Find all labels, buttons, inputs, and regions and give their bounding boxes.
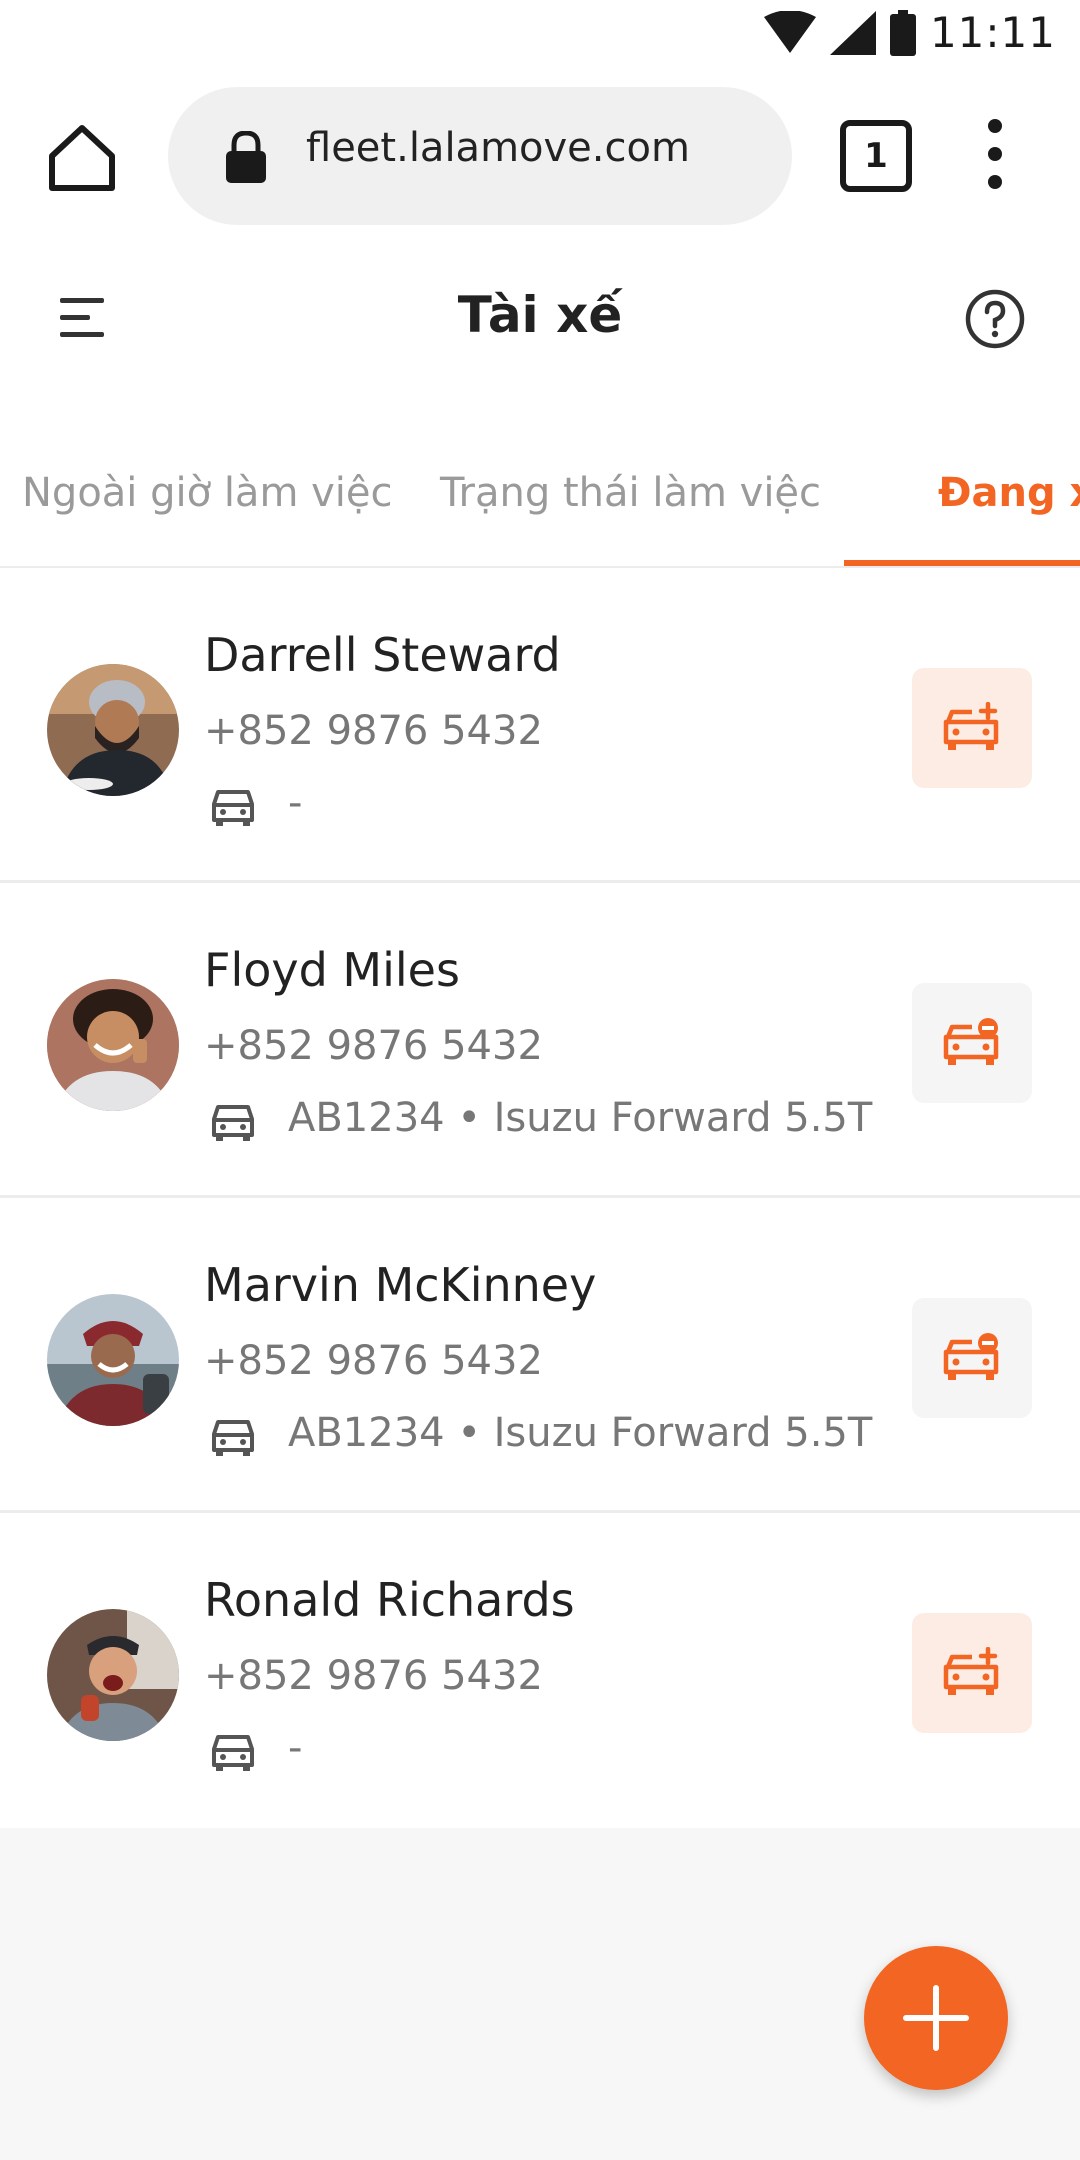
avatar bbox=[47, 1609, 179, 1741]
driver-row[interactable]: Floyd Miles +852 9876 5432 AB1234 • Isuz… bbox=[0, 883, 1080, 1198]
driver-row[interactable]: Darrell Steward +852 9876 5432 - bbox=[0, 568, 1080, 883]
tab-switcher-button[interactable]: 1 bbox=[840, 120, 912, 192]
vehicle-info: AB1234 • Isuzu Forward 5.5T bbox=[288, 1410, 873, 1456]
active-tab-indicator bbox=[844, 560, 1080, 566]
page-title: Tài xế bbox=[457, 286, 623, 344]
tab-count: 1 bbox=[864, 136, 888, 176]
avatar bbox=[47, 1294, 179, 1426]
driver-row[interactable]: Ronald Richards +852 9876 5432 - bbox=[0, 1513, 1080, 1828]
wifi-icon bbox=[763, 10, 816, 53]
driver-name: Ronald Richards bbox=[204, 1573, 575, 1627]
car-add-icon bbox=[943, 702, 999, 750]
car-icon bbox=[212, 790, 254, 826]
driver-name: Marvin McKinney bbox=[204, 1258, 597, 1312]
signal-icon bbox=[829, 10, 876, 55]
driver-phone: +852 9876 5432 bbox=[204, 708, 543, 754]
car-icon bbox=[212, 1735, 254, 1771]
status-time: 11:11 bbox=[929, 8, 1056, 57]
browser-menu-button[interactable] bbox=[980, 114, 1010, 194]
car-remove-icon bbox=[943, 1018, 999, 1065]
tab-off-duty[interactable]: Ngoài giờ làm việc bbox=[22, 470, 393, 516]
tab-bar: Ngoài giờ làm việc Trạng thái làm việc Đ… bbox=[0, 400, 1080, 569]
add-driver-button[interactable] bbox=[864, 1946, 1008, 2090]
vehicle-info: - bbox=[288, 1725, 303, 1771]
driver-list: Darrell Steward +852 9876 5432 - Floyd M… bbox=[0, 568, 1080, 1828]
avatar bbox=[47, 664, 179, 796]
status-bar: 11:11 bbox=[0, 0, 1080, 70]
plus-icon bbox=[903, 1985, 969, 2051]
unassign-vehicle-button[interactable] bbox=[912, 983, 1032, 1103]
more-vert-icon bbox=[988, 119, 1002, 189]
tab-active[interactable]: Đang x bbox=[938, 470, 1080, 516]
help-icon bbox=[965, 289, 1025, 349]
help-button[interactable] bbox=[964, 288, 1026, 350]
driver-phone: +852 9876 5432 bbox=[204, 1653, 543, 1699]
assign-vehicle-button[interactable] bbox=[912, 668, 1032, 788]
home-button[interactable] bbox=[44, 120, 120, 196]
driver-phone: +852 9876 5432 bbox=[204, 1338, 543, 1384]
vehicle-info: - bbox=[288, 780, 303, 826]
car-icon bbox=[212, 1105, 254, 1141]
browser-toolbar: fleet.lalamove.com 1 bbox=[0, 70, 1080, 240]
tab-working-status[interactable]: Trạng thái làm việc bbox=[440, 470, 821, 516]
url-text: fleet.lalamove.com bbox=[306, 125, 690, 171]
avatar bbox=[47, 979, 179, 1111]
vehicle-info: AB1234 • Isuzu Forward 5.5T bbox=[288, 1095, 873, 1141]
driver-phone: +852 9876 5432 bbox=[204, 1023, 543, 1069]
car-remove-icon bbox=[943, 1333, 999, 1380]
driver-row[interactable]: Marvin McKinney +852 9876 5432 AB1234 • … bbox=[0, 1198, 1080, 1513]
driver-name: Floyd Miles bbox=[204, 943, 460, 997]
car-icon bbox=[212, 1420, 254, 1456]
status-icons: 11:11 bbox=[763, 8, 1056, 57]
screen: 11:11 fleet.lalamove.com 1 Tài xế Ngoài … bbox=[0, 0, 1080, 2160]
assign-vehicle-button[interactable] bbox=[912, 1613, 1032, 1733]
car-add-icon bbox=[943, 1647, 999, 1695]
lock-icon bbox=[226, 131, 266, 183]
app-header: Tài xế bbox=[0, 240, 1080, 400]
home-icon bbox=[49, 125, 115, 191]
address-bar[interactable]: fleet.lalamove.com bbox=[168, 87, 792, 225]
battery-icon bbox=[889, 9, 916, 56]
unassign-vehicle-button[interactable] bbox=[912, 1298, 1032, 1418]
driver-name: Darrell Steward bbox=[204, 628, 561, 682]
